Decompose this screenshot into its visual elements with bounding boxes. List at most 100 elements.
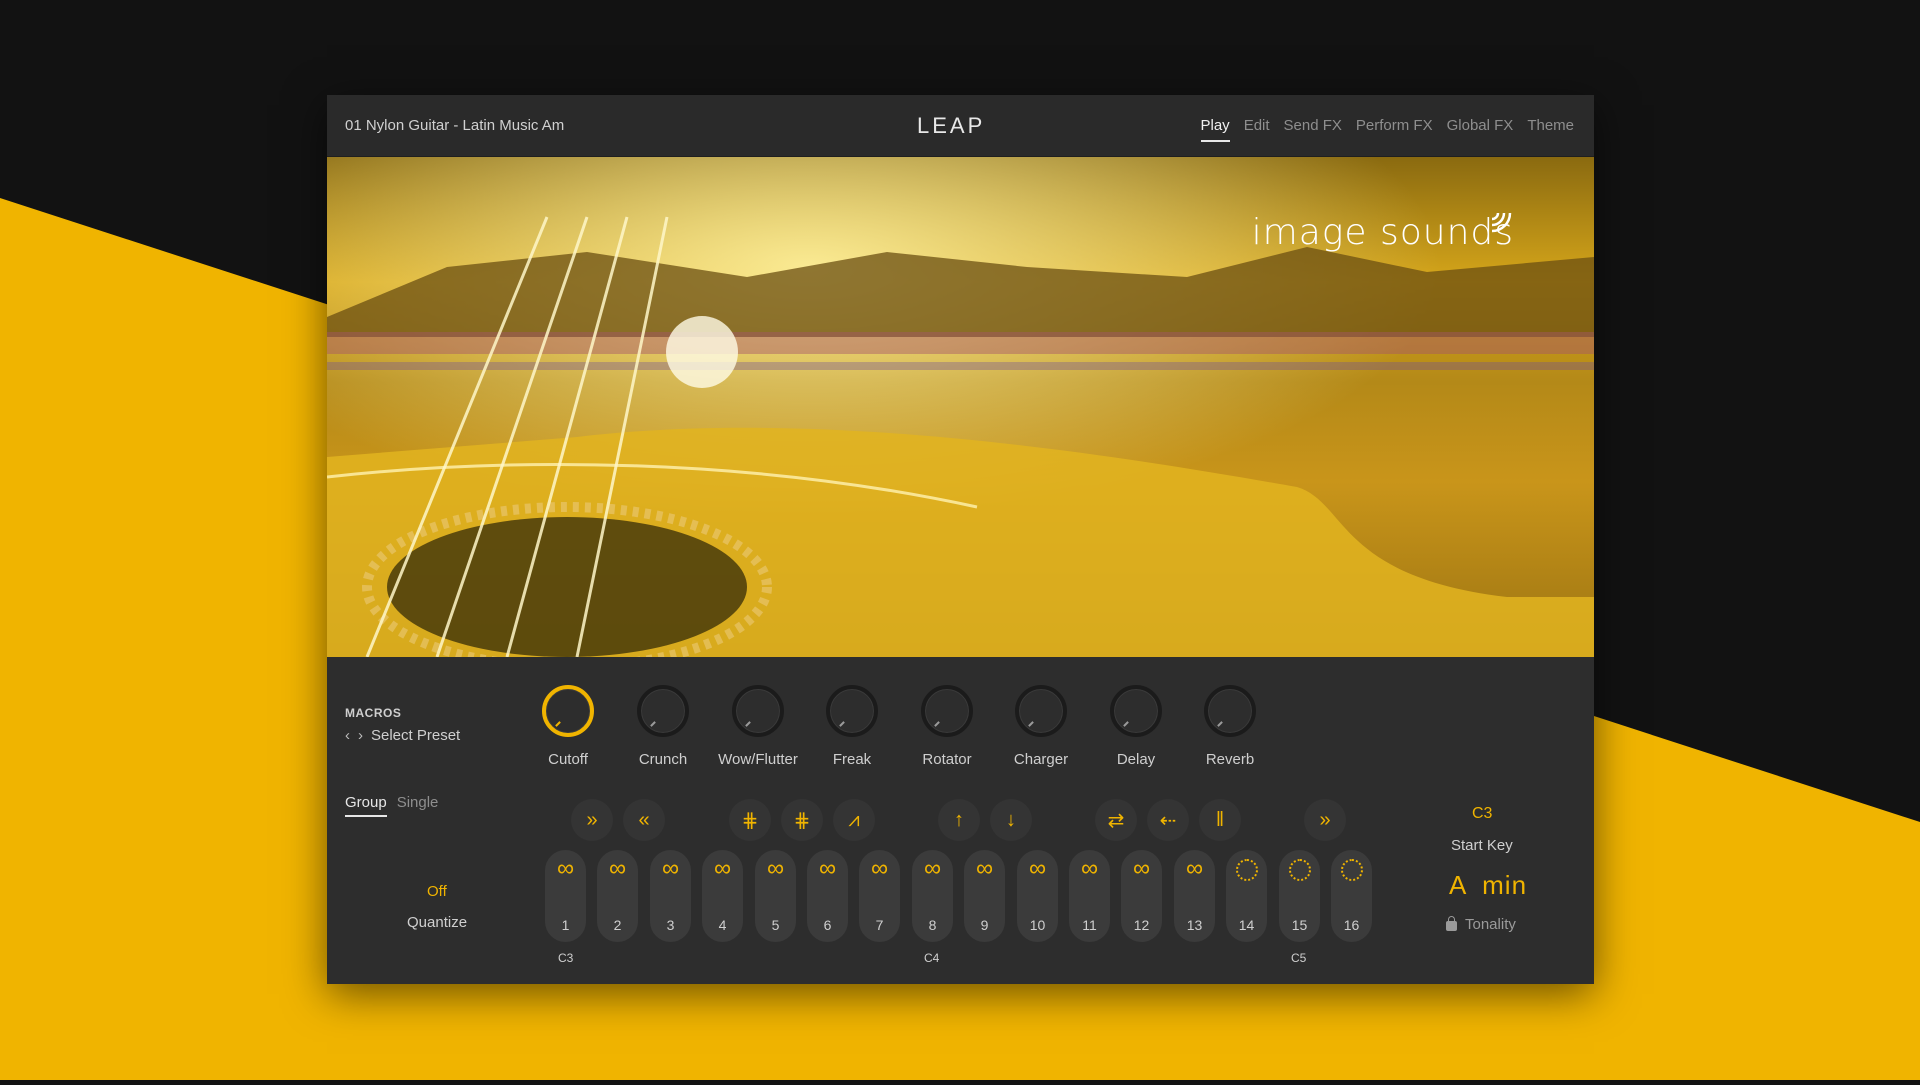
knob-dial[interactable] — [1204, 685, 1256, 737]
loop-icon: ∞ — [924, 857, 941, 885]
tab-send-fx[interactable]: Send FX — [1284, 117, 1342, 142]
knob-label: Rotator — [902, 751, 992, 768]
envelope-icon[interactable]: ⩘ — [833, 799, 875, 841]
knob-freak[interactable]: Freak — [807, 685, 897, 768]
pad-number: 7 — [876, 917, 884, 933]
knob-label: Freak — [807, 751, 897, 768]
knob-cutoff[interactable]: Cutoff — [523, 685, 613, 768]
preset-name[interactable]: 01 Nylon Guitar - Latin Music Am — [345, 117, 564, 134]
header-bar: 01 Nylon Guitar - Latin Music Am LEAP Pl… — [327, 95, 1594, 157]
tab-perform-fx[interactable]: Perform FX — [1356, 117, 1433, 142]
pad-number: 9 — [981, 917, 989, 933]
loop-icon: ∞ — [976, 857, 993, 885]
nav-tabs: Play Edit Send FX Perform FX Global FX T… — [1201, 117, 1575, 142]
macros-title: MACROS — [345, 706, 401, 720]
arrow-up-icon[interactable]: ↑ — [938, 799, 980, 841]
leap-logo: LEAP — [917, 113, 985, 139]
loop-icon: ∞ — [662, 857, 679, 885]
chevron-right-icon[interactable]: › — [358, 727, 363, 744]
knob-dial[interactable] — [542, 685, 594, 737]
bars-icon[interactable]: ‖ — [1199, 799, 1241, 841]
shuffle-grid-icon[interactable]: ⋕ — [729, 799, 771, 841]
knob-charger[interactable]: Charger — [996, 685, 1086, 768]
key-label-c4: C4 — [924, 951, 939, 965]
pad-15[interactable]: 15 — [1279, 850, 1320, 942]
hero-artwork: image sounds — [327, 157, 1594, 657]
swap-icon[interactable]: ⇄ — [1095, 799, 1137, 841]
knob-rotator[interactable]: Rotator — [902, 685, 992, 768]
pad-number: 3 — [667, 917, 675, 933]
knob-label: Crunch — [618, 751, 708, 768]
pad-number: 14 — [1239, 917, 1255, 933]
start-key-value[interactable]: C3 — [1472, 805, 1492, 823]
pad-8[interactable]: ∞8 — [912, 850, 953, 942]
tab-global-fx[interactable]: Global FX — [1447, 117, 1514, 142]
loop-icon: ∞ — [871, 857, 888, 885]
loop-icon: ∞ — [1186, 857, 1203, 885]
pad-2[interactable]: ∞2 — [597, 850, 638, 942]
knob-delay[interactable]: Delay — [1091, 685, 1181, 768]
knob-reverb[interactable]: Reverb — [1185, 685, 1275, 768]
pad-4[interactable]: ∞4 — [702, 850, 743, 942]
pad-1[interactable]: ∞1 — [545, 850, 586, 942]
select-preset-label: Select Preset — [371, 727, 460, 744]
one-shot-icon — [1341, 859, 1363, 881]
loop-icon: ∞ — [714, 857, 731, 885]
tonality-label-row: Tonality — [1446, 916, 1516, 933]
lock-icon[interactable] — [1446, 921, 1457, 931]
loop-icon: ∞ — [1029, 857, 1046, 885]
knob-dial[interactable] — [637, 685, 689, 737]
wifi-waves-icon — [1488, 205, 1518, 235]
tab-edit[interactable]: Edit — [1244, 117, 1270, 142]
pad-number: 4 — [719, 917, 727, 933]
key-label-c3: C3 — [558, 951, 573, 965]
quantize-value[interactable]: Off — [427, 883, 447, 900]
pad-number: 5 — [772, 917, 780, 933]
knob-dial[interactable] — [1110, 685, 1162, 737]
loop-icon: ∞ — [1133, 857, 1150, 885]
tab-group[interactable]: Group — [345, 794, 387, 817]
pad-11[interactable]: ∞11 — [1069, 850, 1110, 942]
knob-dial[interactable] — [826, 685, 878, 737]
pad-3[interactable]: ∞3 — [650, 850, 691, 942]
knob-wow-flutter[interactable]: Wow/Flutter — [713, 685, 803, 768]
macro-preset-selector[interactable]: ‹ › Select Preset — [345, 727, 460, 744]
knob-dial[interactable] — [1015, 685, 1067, 737]
pad-10[interactable]: ∞10 — [1017, 850, 1058, 942]
tab-play[interactable]: Play — [1201, 117, 1230, 142]
knob-label: Cutoff — [523, 751, 613, 768]
tab-single[interactable]: Single — [397, 794, 439, 817]
quantize-label: Quantize — [407, 914, 467, 931]
knob-dial[interactable] — [921, 685, 973, 737]
play-panel: MACROS ‹ › Select Preset Cutoff Crunch W… — [327, 657, 1594, 984]
pad-13[interactable]: ∞ 13 — [1174, 850, 1215, 942]
skip-icon[interactable]: » — [1304, 799, 1346, 841]
pad-16[interactable]: 16 — [1331, 850, 1372, 942]
arrow-down-icon[interactable]: ↓ — [990, 799, 1032, 841]
shuffle-grid-alt-icon[interactable]: ⋕ — [781, 799, 823, 841]
pad-7[interactable]: ∞7 — [859, 850, 900, 942]
rewind-icon[interactable]: « — [623, 799, 665, 841]
pad-number: 13 — [1187, 917, 1203, 933]
pad-6[interactable]: ∞6 — [807, 850, 848, 942]
pad-5[interactable]: ∞5 — [755, 850, 796, 942]
image-sounds-logo: image sounds — [1252, 212, 1514, 253]
tab-theme[interactable]: Theme — [1527, 117, 1574, 142]
pad-9[interactable]: ∞9 — [964, 850, 1005, 942]
knob-label: Reverb — [1185, 751, 1275, 768]
tonality-label: Tonality — [1465, 916, 1516, 933]
pad-number: 15 — [1292, 917, 1308, 933]
knob-crunch[interactable]: Crunch — [618, 685, 708, 768]
pad-number: 6 — [824, 917, 832, 933]
loop-icon: ∞ — [1081, 857, 1098, 885]
start-key-label: Start Key — [1451, 837, 1513, 854]
pad-number: 1 — [562, 917, 570, 933]
group-single-toggle: Group Single — [345, 794, 438, 817]
knob-dial[interactable] — [732, 685, 784, 737]
reverse-icon[interactable]: ⇠ — [1147, 799, 1189, 841]
tonality-value[interactable]: A min — [1449, 870, 1527, 901]
chevron-left-icon[interactable]: ‹ — [345, 727, 350, 744]
fast-forward-icon[interactable]: » — [571, 799, 613, 841]
pad-14[interactable]: 14 — [1226, 850, 1267, 942]
pad-12[interactable]: ∞12 — [1121, 850, 1162, 942]
